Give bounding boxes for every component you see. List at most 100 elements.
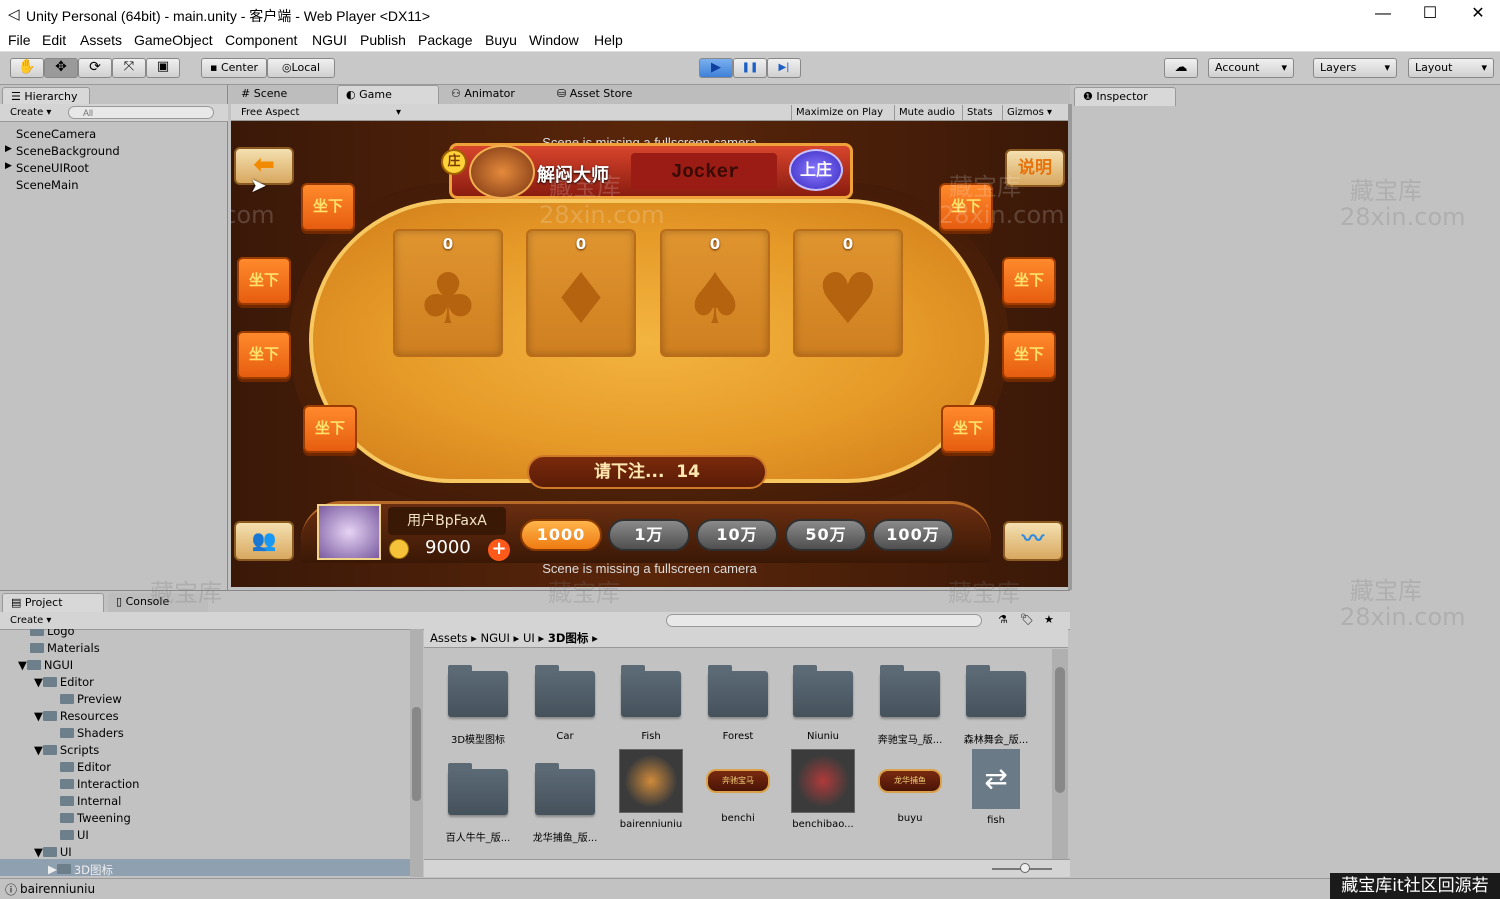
breadcrumb-assets[interactable]: Assets [430, 631, 467, 645]
tree-item-ui[interactable]: ▼ UI [34, 845, 72, 859]
asset-folder[interactable]: Fish [611, 665, 691, 742]
asset-prefab[interactable]: 奔驰宝马 benchi [698, 749, 778, 824]
menu-component[interactable]: Component [225, 32, 297, 48]
filter-by-label-icon[interactable]: 🏷 [1020, 613, 1034, 626]
tree-item-resources[interactable]: ▼ Resources [34, 709, 119, 723]
tree-item-internal[interactable]: Internal [60, 794, 121, 808]
tree-item-3d-icons[interactable]: ▶ 3D图标 [48, 862, 113, 877]
bet-slot-spades[interactable]: 0 ♠ [660, 229, 770, 357]
asset-prefab[interactable]: ⇄ fish [956, 749, 1036, 826]
menu-window[interactable]: Window [529, 32, 579, 48]
tab-project[interactable]: ▤ Project [2, 593, 104, 612]
project-create-button[interactable]: Create ▾ [6, 613, 55, 629]
bet-slot-clubs[interactable]: 0 ♣ [393, 229, 503, 357]
seat-button[interactable]: 坐下 [1002, 331, 1056, 379]
tree-item-materials[interactable]: Materials [30, 641, 100, 655]
mute-audio-toggle[interactable]: Mute audio [894, 105, 959, 121]
chip-100k-button[interactable]: 10万 [696, 519, 778, 551]
pivot-local-button[interactable]: ◎Local [267, 58, 335, 78]
aspect-dropdown[interactable]: Free Aspect ▾ [237, 105, 403, 121]
asset-prefab[interactable]: bairenniuniu [611, 749, 691, 830]
hierarchy-item-scenecamera[interactable]: SceneCamera [16, 127, 96, 141]
gizmos-dropdown[interactable]: Gizmos ▾ [1002, 105, 1056, 121]
tree-item-logo[interactable]: Logo [30, 629, 75, 638]
tab-inspector[interactable]: ❶ Inspector [1074, 87, 1176, 106]
status-message[interactable]: bairenniuniu [20, 882, 95, 896]
chip-1000-button[interactable]: 1000 [520, 519, 602, 551]
asset-prefab[interactable]: 龙华捕鱼 buyu [870, 749, 950, 824]
asset-folder[interactable]: 森林舞会_版... [956, 665, 1036, 746]
seat-button[interactable]: 坐下 [303, 405, 357, 453]
tree-item-scripts-ui[interactable]: UI [60, 828, 89, 842]
hierarchy-item-scenebackground[interactable]: SceneBackground [16, 144, 120, 158]
zoom-slider-thumb[interactable] [1020, 863, 1030, 873]
tree-item-scripts[interactable]: ▼ Scripts [34, 743, 99, 757]
menu-buyu[interactable]: Buyu [485, 32, 517, 48]
asset-folder[interactable]: 奔驰宝马_版... [870, 665, 950, 746]
bet-slot-diamonds[interactable]: 0 ♦ [526, 229, 636, 357]
seat-button[interactable]: 坐下 [237, 331, 291, 379]
bet-slot-hearts[interactable]: 0 ♥ [793, 229, 903, 357]
breadcrumb-ui[interactable]: UI [523, 631, 535, 645]
chip-10k-button[interactable]: 1万 [608, 519, 690, 551]
seat-button[interactable]: 坐下 [237, 257, 291, 305]
cloud-icon[interactable]: ☁ [1164, 58, 1198, 78]
players-icon[interactable]: 👥 [234, 521, 294, 561]
seat-button[interactable]: 坐下 [941, 405, 995, 453]
asset-folder[interactable]: Niuniu [783, 665, 863, 742]
asset-scrollbar[interactable] [1052, 649, 1068, 859]
stats-toggle[interactable]: Stats [962, 105, 997, 121]
game-view[interactable]: Scene is missing a fullscreen camera 庄 解… [231, 121, 1068, 587]
chip-1m-button[interactable]: 100万 [872, 519, 954, 551]
become-banker-button[interactable]: 上庄 [789, 149, 843, 191]
tree-item-shaders[interactable]: Shaders [60, 726, 124, 740]
rect-tool-icon[interactable]: ▣ [146, 58, 180, 78]
scrollbar-thumb[interactable] [1055, 667, 1065, 793]
hierarchy-create-button[interactable]: Create ▾ [6, 105, 55, 121]
hierarchy-item-scenemain[interactable]: SceneMain [16, 178, 79, 192]
asset-folder[interactable]: 龙华捕鱼_版... [525, 763, 605, 844]
breadcrumb-ngui[interactable]: NGUI [481, 631, 510, 645]
tree-item-scripts-editor[interactable]: Editor [60, 760, 111, 774]
menu-gameobject[interactable]: GameObject [134, 32, 213, 48]
tree-scrollbar[interactable] [410, 629, 423, 877]
tab-asset-store[interactable]: ⛁ Asset Store [549, 85, 659, 104]
tree-item-preview[interactable]: Preview [60, 692, 122, 706]
maximize-button[interactable]: ☐ [1407, 0, 1453, 30]
player-avatar[interactable] [317, 504, 381, 560]
menu-publish[interactable]: Publish [360, 32, 406, 48]
seat-button[interactable]: 坐下 [1002, 257, 1056, 305]
menu-edit[interactable]: Edit [42, 32, 66, 48]
scale-tool-icon[interactable]: ⤧ [112, 58, 146, 78]
menu-help[interactable]: Help [594, 32, 623, 48]
seat-button[interactable]: 坐下 [301, 183, 355, 231]
filter-by-type-icon[interactable]: ⚗ [998, 613, 1008, 626]
add-coins-icon[interactable]: + [488, 539, 510, 561]
asset-prefab[interactable]: benchibao... [783, 749, 863, 830]
scrollbar-thumb[interactable] [412, 707, 421, 801]
tree-item-tweening[interactable]: Tweening [60, 811, 131, 825]
step-button[interactable]: ▶| [767, 58, 801, 78]
pause-button[interactable]: ❚❚ [733, 58, 767, 78]
asset-folder[interactable]: Forest [698, 665, 778, 742]
account-dropdown[interactable]: Account ▾ [1208, 58, 1294, 78]
rotate-tool-icon[interactable]: ⟳ [78, 58, 112, 78]
minimize-button[interactable]: — [1360, 0, 1406, 30]
tree-item-interaction[interactable]: Interaction [60, 777, 139, 791]
breadcrumb-3d-icons[interactable]: 3D图标 [548, 631, 589, 645]
asset-folder[interactable]: Car [525, 665, 605, 742]
tree-item-editor[interactable]: ▼ Editor [34, 675, 94, 689]
chip-500k-button[interactable]: 50万 [785, 519, 867, 551]
trend-chart-icon[interactable]: 〰 [1003, 521, 1063, 561]
asset-folder[interactable]: 百人牛牛_版... [438, 763, 518, 844]
pivot-center-button[interactable]: ▪ Center [201, 58, 267, 78]
layers-dropdown[interactable]: Layers ▾ [1313, 58, 1397, 78]
layout-dropdown[interactable]: Layout ▾ [1408, 58, 1494, 78]
hierarchy-search-input[interactable] [68, 106, 214, 119]
menu-file[interactable]: File [8, 32, 31, 48]
maximize-on-play-toggle[interactable]: Maximize on Play [791, 105, 887, 121]
close-button[interactable]: ✕ [1455, 0, 1500, 30]
tab-game[interactable]: ◐ Game [337, 85, 439, 104]
menu-package[interactable]: Package [418, 32, 472, 48]
project-search-input[interactable] [666, 614, 982, 627]
